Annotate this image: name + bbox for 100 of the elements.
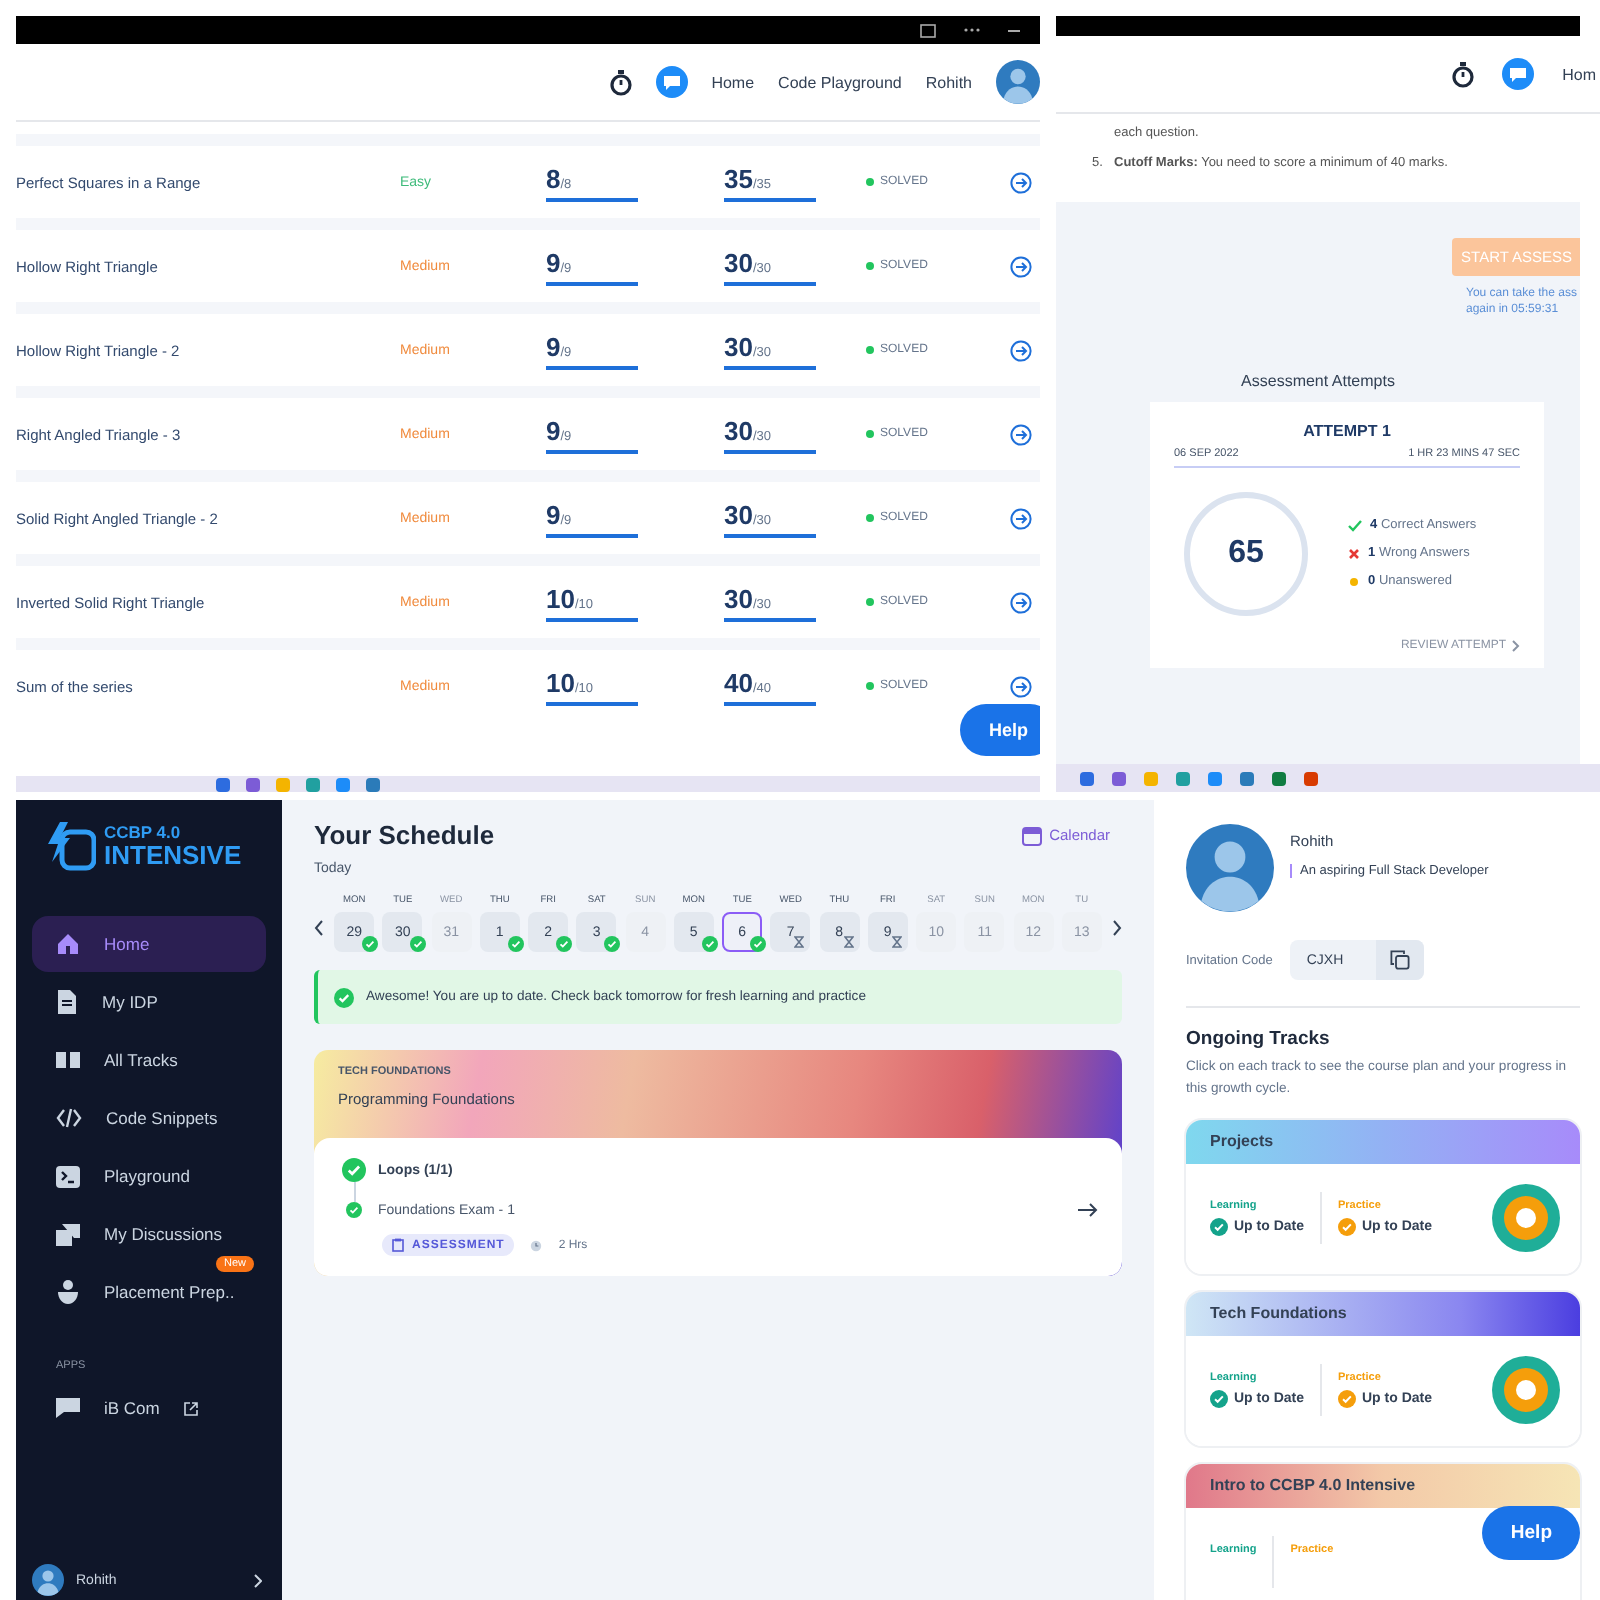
avatar bbox=[32, 1564, 64, 1596]
score-value: 30 bbox=[724, 247, 753, 277]
chevron-left-icon bbox=[314, 920, 324, 936]
taskbar-icon[interactable] bbox=[216, 777, 230, 791]
section-title: Assessment Attempts bbox=[1239, 371, 1397, 390]
arrow-circle-icon[interactable] bbox=[1010, 591, 1032, 613]
score-value: 9 bbox=[546, 499, 561, 529]
check-circle-icon bbox=[1338, 1218, 1356, 1237]
avatar bbox=[996, 60, 1040, 104]
document-icon bbox=[56, 990, 78, 1014]
taskbar-icon[interactable] bbox=[366, 777, 380, 791]
taskbar-icon[interactable] bbox=[246, 777, 260, 791]
nav-link[interactable]: Hom bbox=[1562, 65, 1596, 83]
avatar bbox=[1186, 824, 1274, 912]
person-icon bbox=[56, 1280, 80, 1304]
score-value: 30 bbox=[724, 331, 753, 361]
sidebar-item[interactable]: iB Com bbox=[32, 1380, 266, 1436]
taskbar-icon[interactable] bbox=[1112, 771, 1126, 785]
track-title: Intro to CCBP 4.0 Intensive bbox=[1210, 1476, 1416, 1495]
calendar-icon bbox=[1021, 825, 1042, 845]
nav-link[interactable]: Home bbox=[711, 73, 755, 91]
check-icon bbox=[507, 936, 524, 952]
user-name: Rohith bbox=[925, 73, 972, 91]
arrow-circle-icon[interactable] bbox=[1010, 675, 1032, 697]
arrow-circle-icon[interactable] bbox=[1010, 255, 1032, 277]
chevron-right-icon bbox=[1112, 920, 1122, 936]
cast-icon[interactable] bbox=[920, 23, 936, 37]
check-icon bbox=[410, 936, 427, 952]
stopwatch-icon[interactable] bbox=[1452, 61, 1475, 87]
status-dot bbox=[866, 346, 874, 354]
track-title: Projects bbox=[1210, 1132, 1274, 1151]
taskbar-icon[interactable] bbox=[336, 777, 350, 791]
chat-icon[interactable] bbox=[655, 66, 688, 98]
chat-icon[interactable] bbox=[1502, 58, 1535, 90]
score-value: 10 bbox=[546, 583, 575, 613]
stopwatch-icon[interactable] bbox=[609, 69, 632, 95]
sidebar-item[interactable]: Home bbox=[32, 916, 266, 972]
taskbar-icon[interactable] bbox=[1208, 771, 1222, 785]
nav-link[interactable]: Code Playground bbox=[778, 73, 902, 91]
status-dot bbox=[866, 598, 874, 606]
clock-icon bbox=[530, 1239, 543, 1251]
page-title: Your Schedule bbox=[314, 820, 495, 850]
book-icon bbox=[56, 1050, 80, 1070]
score-value: 9 bbox=[546, 415, 561, 445]
cross-icon bbox=[1348, 547, 1360, 560]
status-dot bbox=[866, 178, 874, 186]
taskbar-icon[interactable] bbox=[1080, 771, 1094, 785]
progress-ring-icon bbox=[1492, 1356, 1560, 1425]
score-value: 8 bbox=[546, 163, 561, 193]
logo-icon bbox=[44, 820, 96, 872]
score-value: 10 bbox=[546, 667, 575, 697]
check-circle-icon bbox=[1210, 1390, 1228, 1409]
minimize-icon[interactable] bbox=[1008, 29, 1020, 31]
sidebar-item[interactable]: All Tracks bbox=[32, 1032, 266, 1088]
taskbar-icon[interactable] bbox=[1272, 771, 1286, 785]
attempt-title: ATTEMPT 1 bbox=[1301, 421, 1393, 440]
copy-button[interactable] bbox=[1375, 940, 1424, 980]
sidebar-item[interactable]: My IDP bbox=[32, 974, 266, 1030]
sidebar-item[interactable]: Playground bbox=[32, 1148, 266, 1204]
taskbar-icon[interactable] bbox=[1304, 771, 1318, 785]
clipboard-icon bbox=[392, 1238, 404, 1252]
status-dot bbox=[866, 430, 874, 438]
arrow-circle-icon[interactable] bbox=[1010, 171, 1032, 193]
status-dot bbox=[866, 682, 874, 690]
arrow-right-icon[interactable] bbox=[1078, 1202, 1098, 1218]
chevron-right-icon bbox=[1512, 639, 1520, 652]
taskbar-icon[interactable] bbox=[1176, 771, 1190, 785]
check-icon bbox=[346, 1202, 362, 1218]
copy-icon bbox=[1389, 950, 1410, 970]
logo-text: INTENSIVE bbox=[104, 841, 242, 868]
taskbar-icon[interactable] bbox=[1240, 771, 1254, 785]
status-dot bbox=[866, 514, 874, 522]
check-circle-icon bbox=[1338, 1390, 1356, 1409]
dot-icon bbox=[1348, 575, 1360, 588]
check-circle-icon bbox=[342, 1158, 366, 1182]
chat-icon bbox=[56, 1223, 80, 1245]
sidebar-item[interactable]: Code Snippets bbox=[32, 1090, 266, 1146]
check-icon bbox=[604, 936, 621, 952]
score-value: 9 bbox=[546, 331, 561, 361]
help-button[interactable]: Help bbox=[960, 704, 1040, 756]
section-title: Ongoing Tracks bbox=[1186, 1028, 1332, 1050]
logo-text: CCBP 4.0 bbox=[104, 824, 183, 842]
check-circle-icon bbox=[334, 987, 354, 1007]
score-value: 30 bbox=[724, 583, 753, 613]
terminal-icon bbox=[56, 1165, 80, 1187]
arrow-circle-icon[interactable] bbox=[1010, 507, 1032, 529]
check-icon bbox=[1348, 519, 1362, 532]
score-circle: 65 bbox=[1184, 491, 1308, 616]
track-title: Tech Foundations bbox=[1210, 1304, 1347, 1323]
score-value: 30 bbox=[724, 499, 753, 529]
score-value: 40 bbox=[724, 667, 753, 697]
arrow-circle-icon[interactable] bbox=[1010, 339, 1032, 361]
check-icon bbox=[362, 936, 379, 952]
taskbar-icon[interactable] bbox=[306, 777, 320, 791]
chat-icon bbox=[56, 1398, 80, 1418]
check-icon bbox=[556, 936, 573, 952]
check-circle-icon bbox=[1210, 1218, 1228, 1237]
arrow-circle-icon[interactable] bbox=[1010, 423, 1032, 445]
chevron-right-icon[interactable] bbox=[254, 1573, 262, 1587]
status-dot bbox=[866, 262, 874, 270]
